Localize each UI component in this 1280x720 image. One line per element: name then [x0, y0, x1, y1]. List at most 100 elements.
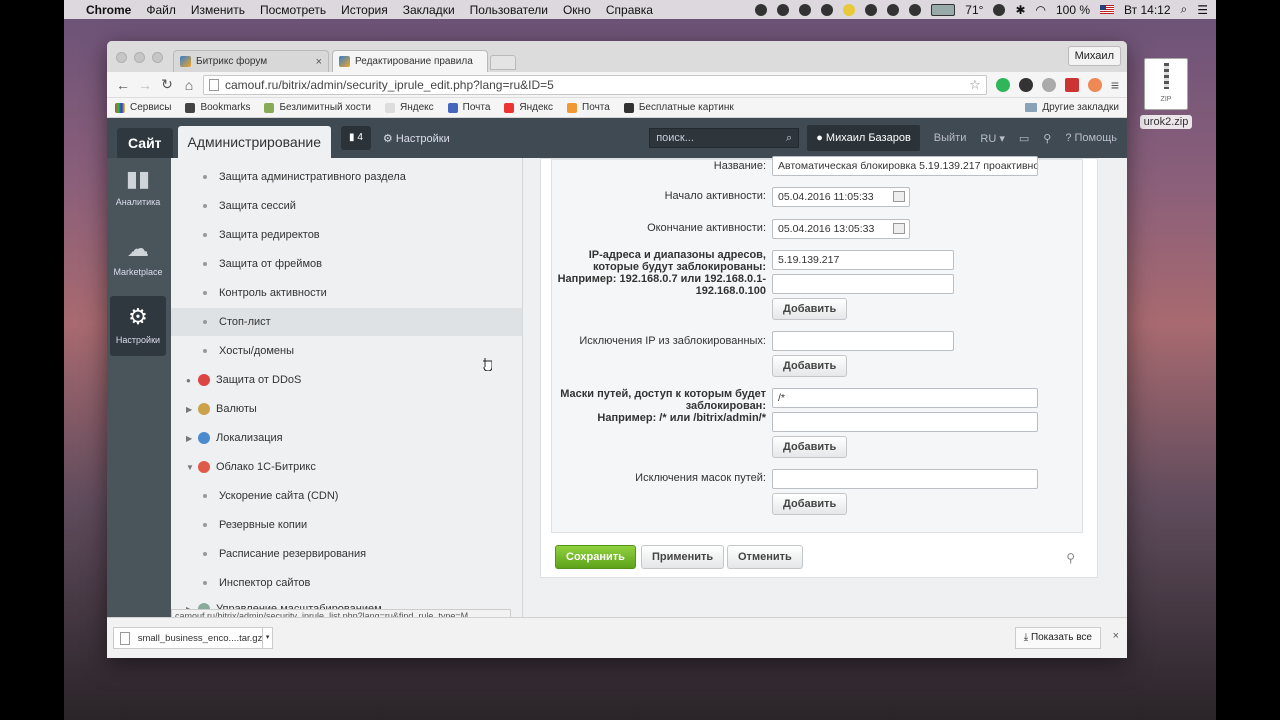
tree-item-cdn[interactable]: Ускорение сайта (CDN)	[171, 482, 522, 510]
weather-temp[interactable]: 71°	[965, 3, 983, 17]
clipboard-icon[interactable]	[865, 3, 878, 16]
menu-analytics[interactable]: ▮▮ Аналитика	[110, 166, 166, 207]
address-bar[interactable]: camouf.ru/bitrix/admin/security_iprule_e…	[203, 74, 987, 95]
show-all-downloads-button[interactable]: ⤓ Показать все	[1014, 627, 1101, 649]
tree-item-ddos[interactable]: ● Защита от DDoS	[171, 366, 522, 394]
mask-input-1[interactable]: /*	[772, 388, 1038, 408]
battery-status[interactable]: 100 %	[1056, 3, 1090, 17]
zoom-window-button[interactable]	[152, 52, 163, 63]
ip-input-2[interactable]	[772, 274, 954, 294]
reload-icon[interactable]: ↻	[159, 76, 175, 93]
tree-item-hosts[interactable]: Хосты/домены	[171, 337, 522, 365]
tree-item-activity-control[interactable]: Контроль активности	[171, 279, 522, 307]
other-bookmarks[interactable]: Другие закладки	[1025, 102, 1119, 113]
expand-arrow-icon[interactable]: ▶	[186, 405, 198, 414]
user-button[interactable]: ● Михаил Базаров	[807, 125, 920, 151]
menu-users[interactable]: Пользователи	[470, 3, 548, 17]
tab-administration[interactable]: Администрирование	[177, 126, 332, 158]
new-tab-button[interactable]	[490, 55, 516, 70]
add-ip-button[interactable]: Добавить	[772, 298, 848, 320]
close-icon[interactable]: ×	[1113, 630, 1119, 642]
tree-item-site-inspector[interactable]: Инспектор сайтов	[171, 569, 522, 597]
add-ip-exception-button[interactable]: Добавить	[772, 355, 848, 377]
bookmark-mail-1[interactable]: Почта	[447, 102, 490, 113]
bookmark-star-icon[interactable]: ☆	[969, 77, 981, 93]
desktop-file-urok2[interactable]: ZIP urok2.zip	[1139, 58, 1193, 129]
menu-history[interactable]: История	[341, 3, 388, 17]
pin-icon[interactable]: ⚲	[1043, 132, 1051, 145]
vpn-icon[interactable]	[887, 3, 900, 16]
chevron-down-icon[interactable]: ▾	[262, 628, 272, 648]
tab-site[interactable]: Сайт	[117, 128, 173, 158]
bookmark-yandex-1[interactable]: Яндекс	[384, 102, 434, 113]
ip-exception-input[interactable]	[772, 331, 954, 351]
menu-window[interactable]: Окно	[563, 3, 591, 17]
tab-rule-edit[interactable]: Редактирование правила	[332, 50, 488, 72]
back-icon[interactable]: ←	[115, 77, 131, 93]
add-mask-button[interactable]: Добавить	[772, 436, 848, 458]
minimize-window-button[interactable]	[134, 52, 145, 63]
tree-item-backups[interactable]: Резервные копии	[171, 511, 522, 539]
expand-arrow-icon[interactable]: ▶	[186, 434, 198, 443]
tree-item-localization[interactable]: ▶ Локализация	[171, 424, 522, 452]
end-date-input[interactable]: 05.04.2016 13:05:33	[772, 219, 910, 239]
add-mask-exception-button[interactable]: Добавить	[772, 493, 848, 515]
menu-help[interactable]: Справка	[606, 3, 653, 17]
notification-center-icon[interactable]: ☰	[1197, 3, 1208, 17]
spotlight-icon[interactable]: ⌕	[1181, 2, 1188, 17]
admin-search-input[interactable]: поиск... ⌕	[649, 128, 800, 148]
chrome-menu-icon[interactable]: ≡	[1111, 77, 1119, 93]
help-link[interactable]: ? Помощь	[1065, 132, 1117, 144]
home-icon[interactable]: ⌂	[181, 77, 197, 93]
status-icon[interactable]	[843, 3, 856, 16]
menu-view[interactable]: Посмотреть	[260, 3, 326, 17]
menu-edit[interactable]: Изменить	[191, 3, 245, 17]
pin-panel-icon[interactable]: ⚲	[1066, 551, 1075, 565]
bookmark-yandex-2[interactable]: Яндекс	[504, 102, 553, 113]
tree-item-currencies[interactable]: ▶ Валюты	[171, 395, 522, 423]
profile-button[interactable]: Михаил	[1067, 46, 1121, 66]
bookmark-images[interactable]: Бесплатные картинк	[623, 102, 734, 113]
save-button[interactable]: Сохранить	[555, 545, 636, 569]
tree-item-admin-protection[interactable]: Защита административного раздела	[171, 163, 522, 191]
tree-item-redirect-protection[interactable]: Защита редиректов	[171, 221, 522, 249]
cancel-button[interactable]: Отменить	[727, 545, 803, 569]
evernote-icon[interactable]	[777, 3, 790, 16]
bluetooth-icon[interactable]: ✱	[1015, 3, 1025, 17]
activity-monitor-icon[interactable]	[931, 3, 956, 16]
extension-sync-icon[interactable]	[1018, 77, 1033, 92]
apply-button[interactable]: Применить	[641, 545, 725, 569]
bookmark-bookmarks[interactable]: Bookmarks	[185, 102, 250, 113]
settings-link[interactable]: ⚙ Настройки	[383, 132, 450, 145]
notifications-button[interactable]: ▮ 4	[341, 126, 371, 150]
menu-settings[interactable]: ⚙ Настройки	[110, 296, 166, 356]
download-item[interactable]: small_business_enco....tar.gz ▾	[113, 627, 273, 649]
tree-item-backup-schedule[interactable]: Расписание резервирования	[171, 540, 522, 568]
bookmark-mail-2[interactable]: Почта	[567, 102, 610, 113]
viber-icon[interactable]	[799, 3, 812, 16]
telegram-icon[interactable]	[755, 3, 768, 16]
name-input[interactable]: Автоматическая блокировка 5.19.139.217 п…	[772, 156, 1038, 176]
time-machine-icon[interactable]	[993, 3, 1006, 16]
wifi-icon[interactable]: ◠	[1036, 3, 1046, 17]
close-window-button[interactable]	[116, 52, 127, 63]
start-date-input[interactable]: 05.04.2016 11:05:33	[772, 187, 910, 207]
ip-input-1[interactable]: 5.19.139.217	[772, 250, 954, 270]
close-tab-icon[interactable]: ×	[316, 56, 322, 68]
tree-item-bitrix-cloud[interactable]: ▼ Облако 1С-Битрикс	[171, 453, 522, 481]
tab-bitrix-forum[interactable]: Битрикс форум ×	[173, 50, 329, 72]
us-flag-icon[interactable]	[1100, 5, 1115, 14]
menu-app[interactable]: Chrome	[86, 3, 131, 17]
extension-bookmark-icon[interactable]	[1064, 77, 1079, 92]
menu-marketplace[interactable]: ☁ Marketplace	[110, 236, 166, 277]
clock[interactable]: Вт 14:12	[1124, 3, 1170, 17]
search-icon[interactable]: ⌕	[786, 129, 792, 147]
tree-item-frame-protection[interactable]: Защита от фреймов	[171, 250, 522, 278]
language-switch[interactable]: RU ▾	[980, 132, 1004, 145]
mask-input-2[interactable]	[772, 412, 1038, 432]
box-icon[interactable]	[909, 3, 922, 16]
extension-orange-icon[interactable]	[1087, 77, 1102, 92]
extension-green-icon[interactable]	[995, 77, 1010, 92]
menu-bookmarks[interactable]: Закладки	[403, 3, 455, 17]
bookmark-hosting[interactable]: Безлимитный хости	[264, 102, 371, 113]
